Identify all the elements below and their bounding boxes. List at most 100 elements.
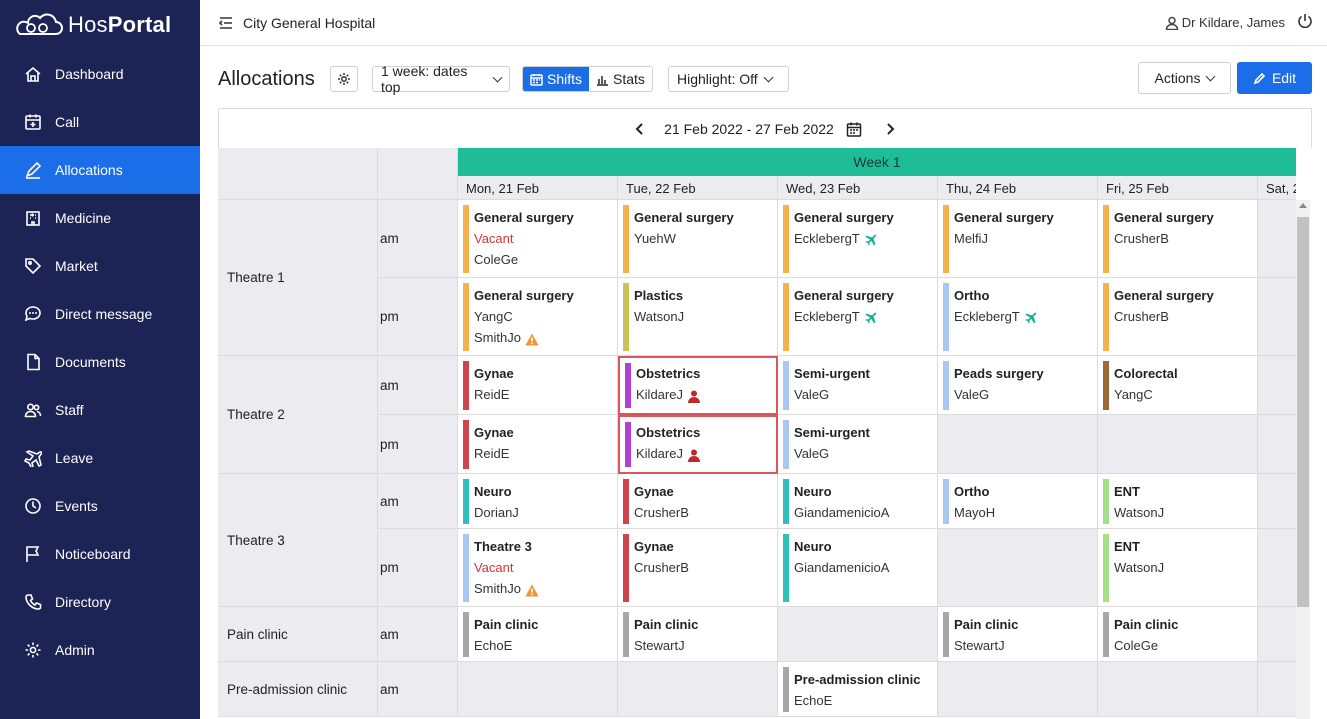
staff-name[interactable]: WatsonJ (1114, 557, 1257, 578)
allocation-cell[interactable]: Pain clinic EchoE (458, 607, 618, 662)
empty-cell[interactable] (938, 662, 1098, 717)
allocation-cell[interactable]: General surgery CrusherB (1098, 278, 1258, 356)
empty-cell[interactable] (1258, 529, 1296, 607)
allocation-cell[interactable]: Theatre 3 Vacant SmithJo (458, 529, 618, 607)
user-menu[interactable]: Dr Kildare, James (1165, 15, 1285, 30)
allocation-cell[interactable]: General surgery YuehW (618, 200, 778, 278)
empty-cell[interactable] (1258, 662, 1296, 717)
hosportal-logo[interactable]: HosPortal (0, 0, 200, 50)
staff-name[interactable]: CrusherB (1114, 306, 1257, 327)
staff-name[interactable]: StewartJ (954, 635, 1097, 656)
allocation-cell[interactable]: Gynae CrusherB (618, 529, 778, 607)
empty-cell[interactable] (618, 662, 778, 717)
sidebar-item-directory[interactable]: Directory (0, 578, 200, 626)
staff-name[interactable]: CrusherB (634, 502, 777, 523)
scroll-up-icon[interactable] (1299, 203, 1307, 208)
allocation-cell[interactable]: Gynae ReidE (458, 356, 618, 415)
staff-name[interactable]: YangC (1114, 384, 1257, 405)
sidebar-item-noticeboard[interactable]: Noticeboard (0, 530, 200, 578)
empty-cell[interactable] (778, 607, 938, 662)
view-select[interactable]: 1 week: dates top (372, 63, 510, 95)
allocation-cell[interactable]: General surgery Vacant ColeGe (458, 200, 618, 278)
staff-name[interactable]: GiandamenicioA (794, 557, 937, 578)
allocation-cell[interactable]: Ortho EcklebergT (938, 278, 1098, 356)
allocation-cell[interactable]: Semi-urgent ValeG (778, 415, 938, 474)
settings-button[interactable] (330, 66, 358, 92)
empty-cell[interactable] (458, 662, 618, 717)
allocation-cell[interactable]: Gynae ReidE (458, 415, 618, 474)
staff-name[interactable]: StewartJ (634, 635, 777, 656)
staff-name[interactable]: KildareJ (636, 443, 777, 464)
empty-cell[interactable] (938, 415, 1098, 474)
staff-name[interactable]: EcklebergT (794, 306, 937, 327)
sidebar-item-events[interactable]: Events (0, 482, 200, 530)
chevron-right-icon[interactable] (880, 119, 900, 139)
sidebar-item-admin[interactable]: Admin (0, 626, 200, 674)
staff-name[interactable]: ColeGe (1114, 635, 1257, 656)
power-icon[interactable] (1297, 13, 1313, 29)
sidebar-item-market[interactable]: Market (0, 242, 200, 290)
empty-cell[interactable] (1258, 474, 1296, 529)
allocation-cell[interactable]: Neuro DorianJ (458, 474, 618, 529)
vacant-slot[interactable]: Vacant (474, 228, 617, 249)
staff-name[interactable]: YangC (474, 306, 617, 327)
sidebar-item-direct-message[interactable]: Direct message (0, 290, 200, 338)
allocation-cell[interactable]: Pain clinic StewartJ (618, 607, 778, 662)
scrollbar-thumb[interactable] (1297, 217, 1309, 607)
allocation-cell[interactable]: Semi-urgent ValeG (778, 356, 938, 415)
staff-name[interactable]: DorianJ (474, 502, 617, 523)
allocation-cell[interactable]: Pain clinic ColeGe (1098, 607, 1258, 662)
collapse-menu-icon[interactable] (218, 15, 234, 31)
sidebar-item-documents[interactable]: Documents (0, 338, 200, 386)
allocation-cell[interactable]: Obstetrics KildareJ (618, 415, 778, 474)
empty-cell[interactable] (938, 529, 1098, 607)
staff-name[interactable]: GiandamenicioA (794, 502, 937, 523)
allocation-cell[interactable]: General surgery EcklebergT (778, 200, 938, 278)
allocation-cell[interactable]: Gynae CrusherB (618, 474, 778, 529)
staff-name[interactable]: CrusherB (1114, 228, 1257, 249)
allocation-cell[interactable]: General surgery YangC SmithJo (458, 278, 618, 356)
allocation-cell[interactable]: Obstetrics KildareJ (618, 356, 778, 415)
empty-cell[interactable] (1258, 415, 1296, 474)
staff-name[interactable]: EchoE (474, 635, 617, 656)
staff-name[interactable]: WatsonJ (1114, 502, 1257, 523)
staff-name[interactable]: YuehW (634, 228, 777, 249)
allocation-cell[interactable]: General surgery CrusherB (1098, 200, 1258, 278)
allocation-cell[interactable]: Neuro GiandamenicioA (778, 529, 938, 607)
sidebar-item-dashboard[interactable]: Dashboard (0, 50, 200, 98)
calendar-icon[interactable] (846, 121, 862, 137)
staff-name[interactable]: ValeG (794, 443, 937, 464)
highlight-select[interactable]: Highlight: Off (668, 66, 789, 92)
staff-name[interactable]: SmithJo (474, 327, 617, 348)
actions-dropdown[interactable]: Actions (1138, 62, 1231, 94)
vacant-slot[interactable]: Vacant (474, 557, 617, 578)
edit-button[interactable]: Edit (1237, 62, 1312, 94)
empty-cell[interactable] (1258, 278, 1296, 356)
sidebar-item-call[interactable]: Call (0, 98, 200, 146)
empty-cell[interactable] (1258, 356, 1296, 415)
allocation-cell[interactable]: General surgery MelfiJ (938, 200, 1098, 278)
staff-name[interactable]: ReidE (474, 384, 617, 405)
sidebar-item-leave[interactable]: Leave (0, 434, 200, 482)
shifts-button[interactable]: Shifts (523, 67, 590, 91)
chevron-left-icon[interactable] (630, 119, 650, 139)
staff-name[interactable]: ColeGe (474, 249, 617, 270)
allocation-cell[interactable]: Neuro GiandamenicioA (778, 474, 938, 529)
staff-name[interactable]: MelfiJ (954, 228, 1097, 249)
allocation-cell[interactable]: Colorectal YangC (1098, 356, 1258, 415)
staff-name[interactable]: ReidE (474, 443, 617, 464)
sidebar-item-allocations[interactable]: Allocations (0, 146, 200, 194)
allocation-cell[interactable]: Pain clinic StewartJ (938, 607, 1098, 662)
stats-button[interactable]: Stats (589, 67, 652, 91)
sidebar-item-staff[interactable]: Staff (0, 386, 200, 434)
allocation-cell[interactable]: ENT WatsonJ (1098, 529, 1258, 607)
staff-name[interactable]: EcklebergT (794, 228, 937, 249)
allocation-cell[interactable]: Ortho MayoH (938, 474, 1098, 529)
staff-name[interactable]: MayoH (954, 502, 1097, 523)
allocation-cell[interactable]: Peads surgery ValeG (938, 356, 1098, 415)
empty-cell[interactable] (1098, 415, 1258, 474)
empty-cell[interactable] (1258, 200, 1296, 278)
allocation-cell[interactable]: General surgery EcklebergT (778, 278, 938, 356)
empty-cell[interactable] (1258, 607, 1296, 662)
staff-name[interactable]: EchoE (794, 690, 937, 711)
